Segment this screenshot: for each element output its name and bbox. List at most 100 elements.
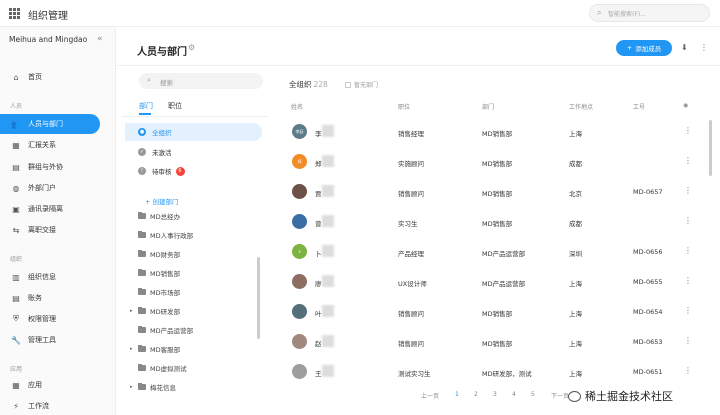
member-name[interactable]: 赵 <box>315 338 322 348</box>
avatar[interactable] <box>292 214 307 229</box>
filter-inactive[interactable]: ✓ 未激活 <box>125 143 262 161</box>
row-more-icon[interactable]: ⋮ <box>684 216 692 225</box>
department-label: 梅花信息 <box>150 384 176 392</box>
member-position: 实施顾问 <box>398 160 424 168</box>
table-row[interactable]: 卜卜 产品经理 MD产品运营部 深圳 MD-0656 ⋮ <box>275 239 705 265</box>
sidebar-item-home[interactable]: ⌂ 首页 <box>0 67 100 87</box>
sidebar-item-reporting[interactable]: ▦ 汇报关系 <box>0 135 100 155</box>
member-name[interactable]: 王 <box>315 368 322 378</box>
filter-pending-review[interactable]: ! 待审核 6 <box>125 162 262 180</box>
department-item[interactable]: MD虚拟测试 <box>130 361 187 375</box>
row-more-icon[interactable]: ⋮ <box>684 276 692 285</box>
table-row[interactable]: 曾 实习生 MD销售部 成都 ⋮ <box>275 209 705 235</box>
filter-all-org[interactable]: ● 全组织 <box>125 123 262 141</box>
add-member-button[interactable]: + 添加成员 <box>616 40 672 56</box>
row-more-icon[interactable]: ⋮ <box>684 156 692 165</box>
expand-arrow-icon[interactable]: ▸ <box>130 308 138 314</box>
table-row[interactable]: 郑郑 实施顾问 MD销售部 成都 ⋮ <box>275 149 705 175</box>
department-item[interactable]: MD人事行政部 <box>130 228 193 242</box>
department-item[interactable]: MD销售部 <box>130 266 180 280</box>
department-item[interactable]: ▸ 梅花信息 <box>130 380 176 394</box>
prev-page-button[interactable]: 上一页 <box>421 391 439 400</box>
member-name[interactable]: 卜 <box>315 248 322 258</box>
sub-department-toggle[interactable]: 暂无部门 <box>345 80 378 89</box>
table-row[interactable]: 叶 销售顾问 MD销售部 上海 MD-0654 ⋮ <box>275 299 705 325</box>
department-item[interactable]: MD市场部 <box>130 285 180 299</box>
table-row[interactable]: 王 测试实习生 MD研发部，测试 上海 MD-0651 ⋮ <box>275 359 705 385</box>
create-department-link[interactable]: + 创建部门 <box>145 196 179 206</box>
avatar[interactable]: 李廷 <box>292 124 307 139</box>
more-vertical-icon[interactable]: ⋮ <box>700 43 708 52</box>
member-name[interactable]: 郑 <box>315 158 322 168</box>
member-name[interactable]: 曾 <box>315 218 322 228</box>
row-more-icon[interactable]: ⋮ <box>684 186 692 195</box>
column-header-department[interactable]: 部门 <box>482 102 494 111</box>
sidebar-item-workflow[interactable]: ⚡ 工作流 <box>0 396 100 415</box>
member-name[interactable]: 叶 <box>315 308 322 318</box>
page-4[interactable]: 4 <box>512 391 516 398</box>
checkbox[interactable] <box>345 81 351 88</box>
download-icon[interactable]: ⬇ <box>681 43 688 52</box>
table-row[interactable]: 廖 UX设计师 MD产品运营部 上海 MD-0655 ⋮ <box>275 269 705 295</box>
sidebar-item-external-portal[interactable]: ◍ 外部门户 <box>0 178 100 198</box>
column-header-position[interactable]: 职位 <box>398 102 410 111</box>
department-item[interactable]: ▸ MD客服部 <box>130 342 180 356</box>
page-5[interactable]: 5 <box>531 391 535 398</box>
top-bar: 组织管理 ⌕ 智能搜索(F)... <box>0 0 720 27</box>
expand-arrow-icon[interactable]: ▸ <box>130 384 138 390</box>
page-2[interactable]: 2 <box>474 391 478 398</box>
row-more-icon[interactable]: ⋮ <box>684 366 692 375</box>
sidebar-item-permissions[interactable]: ⛨ 权限管理 <box>0 309 100 329</box>
page-1[interactable]: 1 <box>455 391 459 398</box>
department-item[interactable]: MD总经办 <box>130 209 180 223</box>
collapse-sidebar-icon[interactable]: « <box>97 34 103 44</box>
column-header-name[interactable]: 姓名 <box>291 102 303 111</box>
global-search-input[interactable]: ⌕ 智能搜索(F)... <box>589 4 710 22</box>
next-page-button[interactable]: 下一页 <box>551 391 569 400</box>
table-scrollbar[interactable] <box>709 120 712 176</box>
table-row[interactable]: 赵 销售顾问 MD销售部 上海 MD-0653 ⋮ <box>275 329 705 355</box>
page-3[interactable]: 3 <box>493 391 497 398</box>
avatar[interactable]: 郑 <box>292 154 307 169</box>
column-header-location[interactable]: 工作地点 <box>569 102 593 111</box>
department-item[interactable]: MD产品运营部 <box>130 323 193 337</box>
column-header-employee-id[interactable]: 工号 <box>633 102 645 111</box>
row-more-icon[interactable]: ⋮ <box>684 306 692 315</box>
avatar[interactable] <box>292 274 307 289</box>
sidebar-item-groups[interactable]: ▤ 群组与外协 <box>0 157 100 177</box>
member-name[interactable]: 贾 <box>315 188 322 198</box>
department-search-input[interactable]: ⌕ 搜索 <box>139 73 263 89</box>
sidebar-item-handover[interactable]: ⇆ 离职交接 <box>0 220 100 240</box>
member-department: MD销售部 <box>482 130 513 138</box>
member-name[interactable]: 廖 <box>315 278 322 288</box>
member-name[interactable]: 李 <box>315 128 322 138</box>
search-icon: ⌕ <box>597 8 602 17</box>
app-grid-icon[interactable] <box>9 8 20 19</box>
table-row[interactable]: 贾 销售顾问 MD销售部 北京 MD-0657 ⋮ <box>275 179 705 205</box>
department-scrollbar[interactable] <box>257 257 260 339</box>
row-more-icon[interactable]: ⋮ <box>684 126 692 135</box>
tab-positions[interactable]: 职位 <box>168 101 182 111</box>
department-item[interactable]: ▸ MD研发部 <box>130 304 180 318</box>
expand-arrow-icon[interactable]: ▸ <box>130 346 138 352</box>
sidebar-item-people-departments[interactable]: 👥 人员与部门 <box>0 114 100 134</box>
tab-departments[interactable]: 部门 <box>139 101 153 111</box>
column-visibility-icon[interactable]: ◉ <box>683 102 688 109</box>
row-more-icon[interactable]: ⋮ <box>684 336 692 345</box>
table-row[interactable]: 李廷李 销售经理 MD销售部 上海 ⋮ <box>275 119 705 145</box>
sidebar-item-apps[interactable]: ▦ 应用 <box>0 375 100 395</box>
app-title: 组织管理 <box>28 11 68 22</box>
sidebar-item-billing[interactable]: ▤ 账务 <box>0 288 100 308</box>
row-more-icon[interactable]: ⋮ <box>684 246 692 255</box>
sidebar-item-admin-tools[interactable]: 🔧 管理工具 <box>0 330 100 350</box>
sidebar-item-contacts-isolation[interactable]: ▣ 通讯录隔离 <box>0 199 100 219</box>
org-name[interactable]: Meihua and Mingdao <box>9 35 87 44</box>
avatar[interactable]: 卜 <box>292 244 307 259</box>
gear-icon[interactable]: ⚙ <box>188 43 195 52</box>
department-item[interactable]: MD财务部 <box>130 247 180 261</box>
avatar[interactable] <box>292 304 307 319</box>
avatar[interactable] <box>292 184 307 199</box>
sidebar-item-org-info[interactable]: ▥ 组织信息 <box>0 267 100 287</box>
avatar[interactable] <box>292 364 307 379</box>
avatar[interactable] <box>292 334 307 349</box>
